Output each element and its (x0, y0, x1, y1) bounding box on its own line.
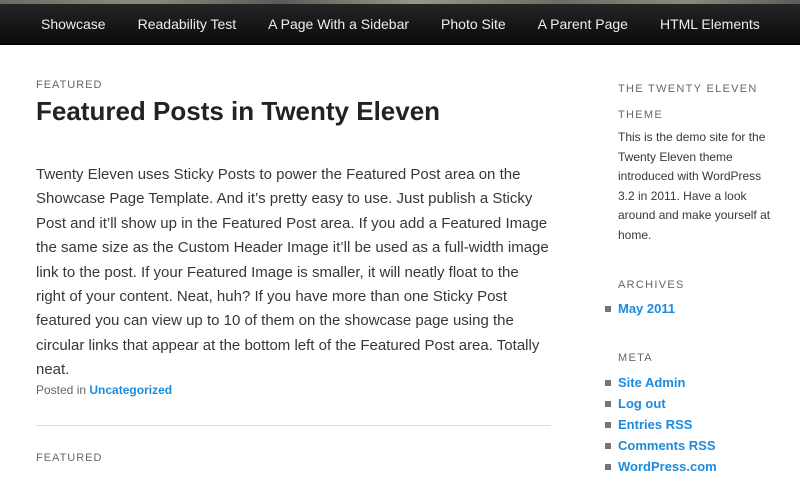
post-title[interactable]: Featured Posts in Twenty Eleven (36, 96, 440, 127)
nav-item-readability-test[interactable]: Readability Test (122, 4, 253, 45)
nav-item-photo-site[interactable]: Photo Site (425, 4, 522, 45)
bullet-icon (605, 443, 611, 449)
bullet-icon (605, 380, 611, 386)
nav-item-parent-page[interactable]: A Parent Page (522, 4, 644, 45)
bullet-icon (605, 401, 611, 407)
post-meta: Posted in Uncategorized (36, 383, 172, 397)
featured-label: FEATURED (36, 79, 103, 91)
meta-link-log-out[interactable]: Log out (605, 393, 717, 414)
post-divider (36, 425, 551, 426)
nav-item-html-elements[interactable]: HTML Elements (644, 4, 776, 45)
archive-link-may-2011[interactable]: May 2011 (605, 298, 675, 319)
widget-title-meta: META (618, 352, 653, 364)
widget-text-about: This is the demo site for the Twenty Ele… (618, 130, 771, 242)
meta-link-site-admin[interactable]: Site Admin (605, 372, 717, 393)
featured-label-second: FEATURED (36, 452, 103, 464)
widget-title-about: THE TWENTY ELEVEN THEME (618, 83, 758, 121)
nav-item-showcase[interactable]: Showcase (25, 4, 122, 45)
main-navigation: Showcase Readability Test A Page With a … (0, 4, 800, 45)
meta-link-comments-rss[interactable]: Comments RSS (605, 435, 717, 456)
posted-in-label: Posted in (36, 383, 87, 397)
bullet-icon (605, 422, 611, 428)
widget-title-archives: ARCHIVES (618, 279, 685, 291)
meta-link-wordpress-com[interactable]: WordPress.com (605, 456, 717, 477)
bullet-icon (605, 464, 611, 470)
archives-list: May 2011 (605, 298, 675, 319)
post-body: Twenty Eleven uses Sticky Posts to power… (36, 166, 549, 379)
meta-link-entries-rss[interactable]: Entries RSS (605, 414, 717, 435)
bullet-icon (605, 306, 611, 312)
nav-item-page-with-sidebar[interactable]: A Page With a Sidebar (252, 4, 425, 45)
meta-list: Site Admin Log out Entries RSS Comments … (605, 372, 717, 477)
category-link[interactable]: Uncategorized (89, 383, 172, 397)
